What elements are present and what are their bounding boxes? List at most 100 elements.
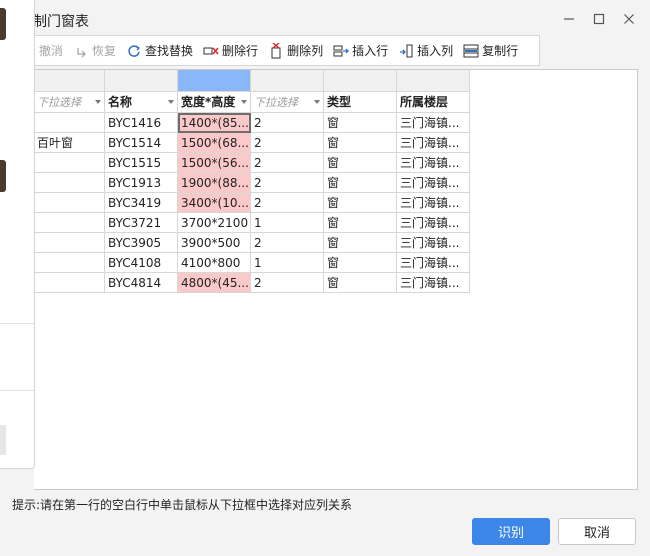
table-cell[interactable]: 2 — [251, 233, 324, 253]
delete-row-label: 删除行 — [222, 44, 259, 58]
mapping-dropdown[interactable]: 下拉选择 — [34, 92, 105, 113]
copy-row-button[interactable]: 复制行 — [458, 36, 523, 65]
undo-button[interactable]: 撤消 — [34, 36, 68, 65]
table-cell[interactable] — [34, 233, 105, 253]
delete-row-button[interactable]: 删除行 — [198, 36, 263, 65]
table-cell[interactable]: 三门海镇... — [397, 273, 470, 293]
grid: 下拉选择 名称 宽度*高度 下拉选择 类型 所属楼层 BYC1416 1400*… — [34, 70, 470, 293]
table-cell[interactable]: 1500*(68... — [178, 133, 251, 153]
table-cell[interactable]: BYC4814 — [105, 273, 178, 293]
table-cell[interactable]: 窗 — [324, 173, 397, 193]
table-cell[interactable]: 窗 — [324, 273, 397, 293]
table-cell[interactable] — [34, 273, 105, 293]
table-cell[interactable]: 窗 — [324, 253, 397, 273]
minimize-button[interactable] — [556, 8, 582, 30]
table-cell[interactable]: 2 — [251, 133, 324, 153]
table-cell[interactable]: BYC3905 — [105, 233, 178, 253]
column-header[interactable] — [397, 70, 470, 92]
mapping-label: 所属楼层 — [400, 95, 449, 109]
table-cell[interactable]: 窗 — [324, 213, 397, 233]
table-cell[interactable]: BYC3721 — [105, 213, 178, 233]
table-cell[interactable]: 2 — [251, 113, 324, 133]
insert-column-button[interactable]: 插入列 — [393, 36, 458, 65]
table-cell[interactable]: BYC4108 — [105, 253, 178, 273]
spreadsheet[interactable]: 下拉选择 名称 宽度*高度 下拉选择 类型 所属楼层 BYC1416 1400*… — [34, 69, 638, 490]
table-row: BYC1416 1400*(85... 2 窗 三门海镇... — [34, 113, 470, 133]
background-chip — [0, 160, 6, 192]
table-cell[interactable]: 1900*(88... — [178, 173, 251, 193]
chevron-down-icon[interactable] — [314, 100, 320, 104]
table-cell[interactable]: BYC1416 — [105, 113, 178, 133]
table-cell-active[interactable]: 1400*(85... — [178, 113, 251, 133]
table-row: BYC3721 3700*2100 1 窗 三门海镇... — [34, 213, 470, 233]
table-cell[interactable]: BYC1913 — [105, 173, 178, 193]
table-row: BYC4108 4100*800 1 窗 三门海镇... — [34, 253, 470, 273]
dialog-title: 制门窗表 — [33, 14, 89, 30]
find-replace-button[interactable]: 查找替换 — [121, 36, 198, 65]
table-cell[interactable]: 3700*2100 — [178, 213, 251, 233]
table-cell[interactable]: 3900*500 — [178, 233, 251, 253]
column-header[interactable] — [251, 70, 324, 92]
table-cell[interactable]: 4100*800 — [178, 253, 251, 273]
table-cell[interactable] — [34, 153, 105, 173]
table-cell[interactable]: 1 — [251, 253, 324, 273]
table-cell[interactable]: 三门海镇... — [397, 173, 470, 193]
redo-button[interactable]: 恢复 — [68, 36, 121, 65]
table-cell[interactable]: 窗 — [324, 153, 397, 173]
table-cell[interactable]: 窗 — [324, 233, 397, 253]
dropdown-placeholder: 下拉选择 — [254, 96, 298, 109]
refresh-icon — [126, 43, 142, 59]
recognize-button[interactable]: 识别 — [472, 518, 550, 545]
table-cell[interactable]: BYC1515 — [105, 153, 178, 173]
table-cell[interactable]: BYC1514 — [105, 133, 178, 153]
table-cell[interactable]: 三门海镇... — [397, 193, 470, 213]
table-cell[interactable]: 三门海镇... — [397, 233, 470, 253]
table-cell[interactable] — [34, 113, 105, 133]
table-cell[interactable]: 3400*(10... — [178, 193, 251, 213]
table-cell[interactable]: 百叶窗 — [34, 133, 105, 153]
column-header-row — [34, 70, 470, 92]
table-cell[interactable]: 窗 — [324, 193, 397, 213]
column-header[interactable] — [34, 70, 105, 92]
table-row: BYC4814 4800*(45... 2 窗 三门海镇... — [34, 273, 470, 293]
table-cell[interactable] — [34, 213, 105, 233]
table-cell[interactable]: 4800*(45... — [178, 273, 251, 293]
chevron-down-icon[interactable] — [241, 100, 247, 104]
table-cell[interactable]: 窗 — [324, 113, 397, 133]
mapping-dropdown[interactable]: 所属楼层 — [397, 92, 470, 113]
mapping-dropdown[interactable]: 类型 — [324, 92, 397, 113]
table-cell[interactable]: 1 — [251, 213, 324, 233]
table-cell[interactable]: 2 — [251, 193, 324, 213]
toolbar: 撤消 恢复 查找替换 删除行 删除列 插入行 插入列 复制行 — [34, 35, 540, 66]
table-cell[interactable] — [34, 173, 105, 193]
column-header[interactable] — [105, 70, 178, 92]
insert-row-button[interactable]: 插入行 — [328, 36, 393, 65]
table-cell[interactable] — [34, 193, 105, 213]
table-cell[interactable]: 2 — [251, 153, 324, 173]
table-cell[interactable]: 三门海镇... — [397, 113, 470, 133]
chevron-down-icon[interactable] — [95, 100, 101, 104]
column-header[interactable] — [324, 70, 397, 92]
background-chip — [0, 8, 6, 40]
redo-icon — [73, 43, 89, 59]
table-cell[interactable]: BYC3419 — [105, 193, 178, 213]
mapping-dropdown[interactable]: 名称 — [105, 92, 178, 113]
table-cell[interactable]: 窗 — [324, 133, 397, 153]
mapping-dropdown[interactable]: 宽度*高度 — [178, 92, 251, 113]
table-cell[interactable]: 三门海镇... — [397, 133, 470, 153]
column-header-selected[interactable] — [178, 70, 251, 92]
table-cell[interactable] — [34, 253, 105, 273]
mapping-dropdown[interactable]: 下拉选择 — [251, 92, 324, 113]
table-cell[interactable]: 三门海镇... — [397, 253, 470, 273]
maximize-button[interactable] — [586, 8, 612, 30]
table-cell[interactable]: 1500*(56... — [178, 153, 251, 173]
table-cell[interactable]: 2 — [251, 273, 324, 293]
table-cell[interactable]: 三门海镇... — [397, 213, 470, 233]
delete-column-button[interactable]: 删除列 — [263, 36, 328, 65]
close-button[interactable] — [616, 8, 642, 30]
table-cell[interactable]: 2 — [251, 173, 324, 193]
background-divider — [0, 390, 34, 391]
table-cell[interactable]: 三门海镇... — [397, 153, 470, 173]
cancel-button[interactable]: 取消 — [558, 518, 636, 545]
chevron-down-icon[interactable] — [168, 100, 174, 104]
